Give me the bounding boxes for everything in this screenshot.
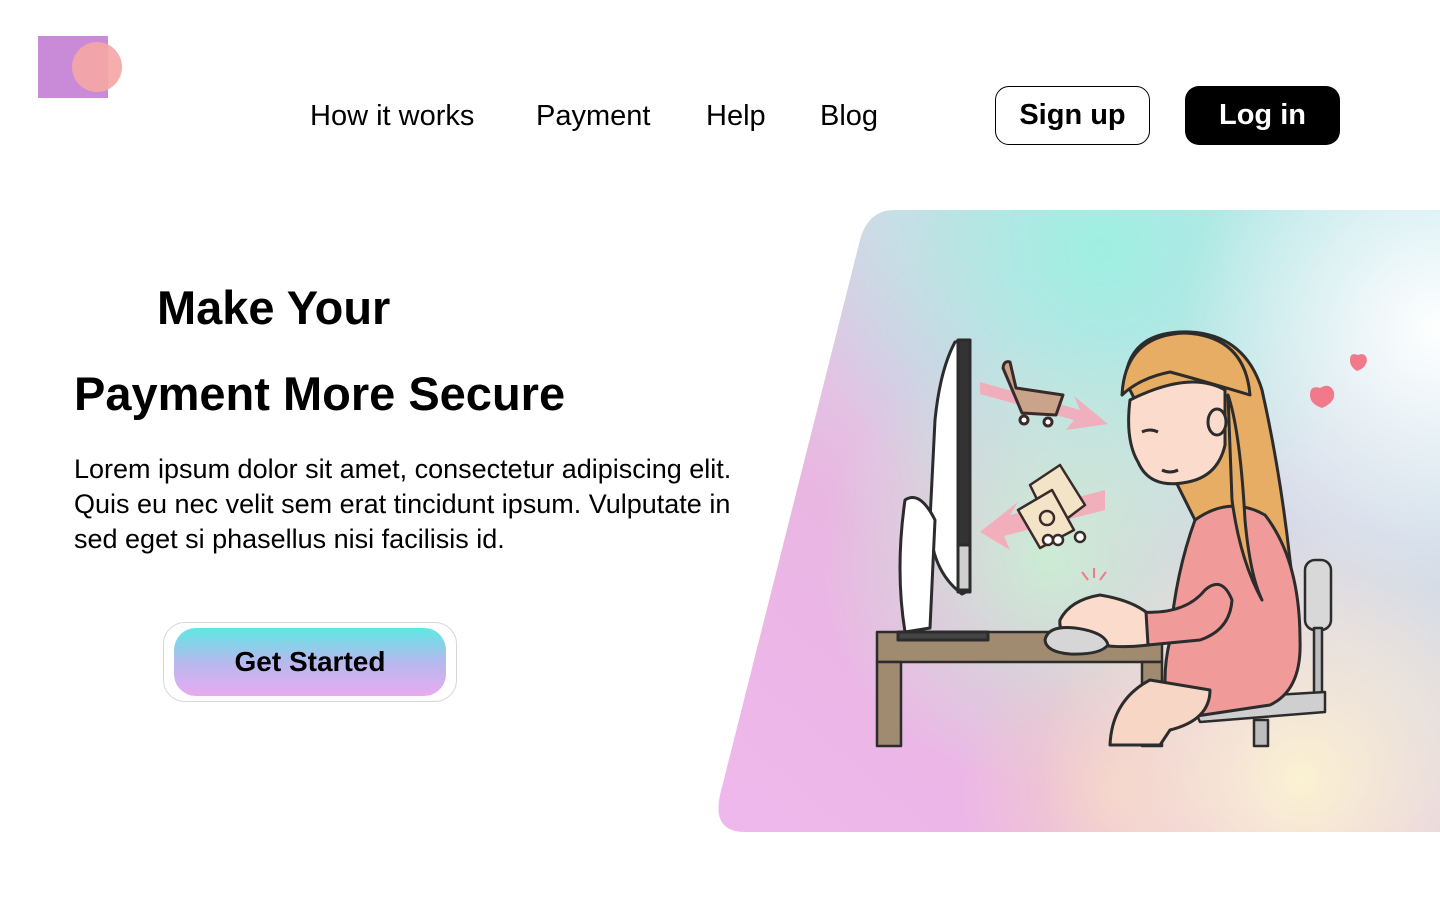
- nav-item-blog[interactable]: Blog: [820, 96, 878, 136]
- click-indicator-icon: [1081, 568, 1107, 581]
- logo-circle-shape: [72, 42, 122, 92]
- chair-shape: [1188, 558, 1333, 748]
- nav-link-payment[interactable]: Payment: [536, 100, 650, 133]
- money-icon: [980, 463, 1105, 550]
- shopping-cart-icon: [980, 360, 1108, 430]
- nav-link-how-it-works[interactable]: How it works: [310, 100, 474, 133]
- hero-title-line-2: Payment More Secure: [74, 367, 566, 420]
- brand-logo[interactable]: [38, 36, 124, 100]
- hero-panel-background: [718, 210, 1440, 832]
- hero-title-line-1: Make Your: [157, 281, 391, 334]
- monitor-shape: [896, 338, 990, 642]
- nav-link-help[interactable]: Help: [706, 100, 766, 133]
- desk-shape: [875, 630, 1164, 748]
- nav-item-how-it-works[interactable]: How it works: [310, 96, 474, 136]
- nav-link-blog[interactable]: Blog: [820, 100, 878, 133]
- hero-description: Lorem ipsum dolor sit amet, consectetur …: [74, 454, 732, 554]
- hearts-icon: [1310, 354, 1367, 408]
- signup-button[interactable]: Sign up: [995, 86, 1150, 145]
- woman-figure: [1043, 330, 1302, 747]
- get-started-button[interactable]: Get Started: [174, 628, 446, 696]
- login-button[interactable]: Log in: [1185, 86, 1340, 145]
- nav-item-payment[interactable]: Payment: [536, 96, 650, 136]
- nav-item-help[interactable]: Help: [706, 96, 766, 136]
